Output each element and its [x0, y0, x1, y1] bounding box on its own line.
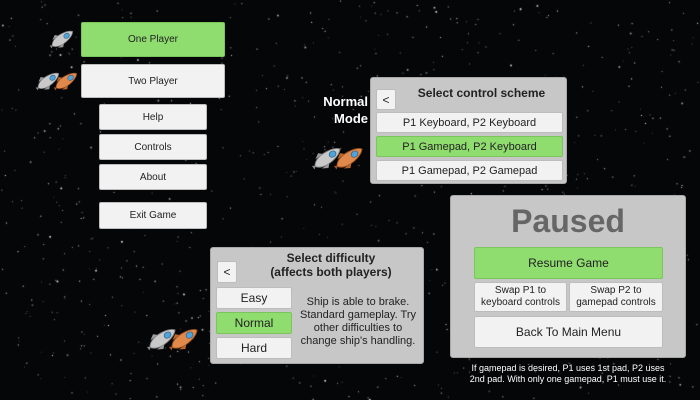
one-player-button[interactable]: One Player	[81, 22, 225, 57]
control-scheme-title: Select control scheme	[417, 86, 546, 100]
difficulty-title: Select difficulty (affects both players)	[239, 251, 423, 280]
difficulty-back-button[interactable]: <	[217, 261, 237, 283]
game-mode-label: Normal Mode	[300, 93, 368, 127]
difficulty-hard-button[interactable]: Hard	[216, 337, 292, 359]
game-mode-line2: Mode	[334, 111, 368, 126]
difficulty-title-line1: Select difficulty	[286, 251, 376, 265]
back-to-main-menu-button[interactable]: Back To Main Menu	[474, 316, 663, 348]
swap-p1-label-line2: keyboard controls	[481, 297, 560, 308]
difficulty-description-line: change ship's handling.	[300, 335, 416, 347]
two-player-button[interactable]: Two Player	[81, 64, 225, 98]
swap-p1-label-line1: Swap P1 to	[494, 285, 547, 296]
about-button[interactable]: About	[99, 164, 207, 190]
difficulty-normal-button[interactable]: Normal	[216, 312, 292, 334]
help-button[interactable]: Help	[99, 104, 207, 130]
control-scheme-back-button[interactable]: <	[376, 89, 396, 110]
swap-p1-button[interactable]: Swap P1 to keyboard controls	[474, 282, 567, 312]
difficulty-description-line: Standard gameplay. Try	[300, 309, 416, 321]
difficulty-title-line2: (affects both players)	[270, 264, 392, 279]
controls-button[interactable]: Controls	[99, 134, 207, 160]
control-option-pad-kb[interactable]: P1 Gamepad, P2 Keyboard	[376, 136, 563, 157]
exit-game-button[interactable]: Exit Game	[99, 202, 207, 229]
swap-p2-button[interactable]: Swap P2 to gamepad controls	[569, 282, 663, 312]
control-option-pad-pad[interactable]: P1 Gamepad, P2 Gamepad	[376, 160, 563, 181]
game-mode-line1: Normal	[323, 94, 368, 109]
swap-p2-label-line1: Swap P2 to	[590, 285, 642, 296]
gamepad-note-line1: If gamepad is desired, P1 uses 1st pad, …	[471, 363, 665, 373]
gamepad-note-line2: 2nd pad. With only one gamepad, P1 must …	[469, 374, 667, 384]
difficulty-description-line: Ship is able to brake.	[306, 296, 410, 308]
swap-p2-label-line2: gamepad controls	[576, 297, 656, 308]
paused-title: Paused	[511, 203, 625, 239]
control-scheme-panel: < Select control scheme P1 Keyboard, P2 …	[370, 77, 567, 184]
difficulty-easy-button[interactable]: Easy	[216, 287, 292, 309]
gamepad-note: If gamepad is desired, P1 uses 1st pad, …	[448, 363, 688, 385]
resume-game-button[interactable]: Resume Game	[474, 247, 663, 279]
control-option-kb-kb[interactable]: P1 Keyboard, P2 Keyboard	[376, 112, 563, 133]
difficulty-description: Ship is able to brake. Standard gameplay…	[295, 296, 421, 348]
difficulty-description-line: other difficulties to	[313, 322, 403, 334]
difficulty-panel: < Select difficulty (affects both player…	[210, 247, 424, 364]
pause-panel: Paused Resume Game Swap P1 to keyboard c…	[450, 195, 686, 358]
